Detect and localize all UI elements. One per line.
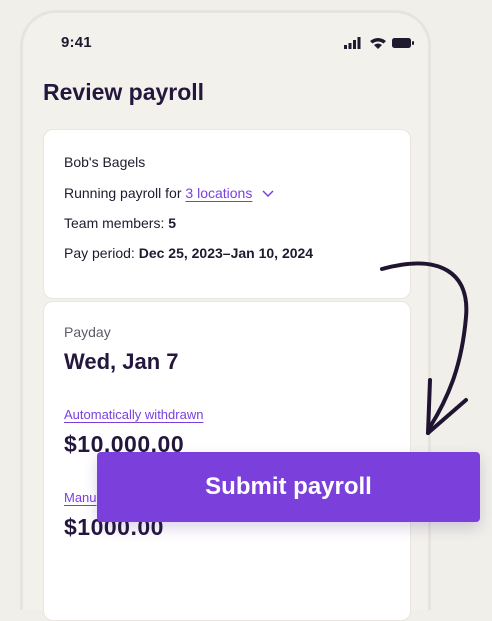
pay-period-row: Pay period: Dec 25, 2023–Jan 10, 2024 bbox=[64, 245, 313, 261]
payroll-summary-card: Bob's Bagels Running payroll for 3 locat… bbox=[43, 129, 411, 299]
status-time: 9:41 bbox=[61, 34, 92, 51]
payday-label: Payday bbox=[64, 324, 111, 340]
team-members-label: Team members: bbox=[64, 215, 165, 231]
wifi-icon bbox=[370, 38, 386, 49]
team-members-row: Team members: 5 bbox=[64, 215, 176, 231]
battery-icon bbox=[392, 38, 414, 48]
locations-link[interactable]: 3 locations bbox=[185, 185, 252, 201]
curved-arrow-icon bbox=[380, 261, 469, 435]
manual-link[interactable]: Manu bbox=[64, 490, 97, 505]
payday-date: Wed, Jan 7 bbox=[64, 349, 179, 374]
automatically-withdrawn-link[interactable]: Automatically withdrawn bbox=[64, 407, 203, 422]
locations-row: Running payroll for 3 locations bbox=[64, 185, 274, 201]
team-members-count: 5 bbox=[168, 215, 177, 231]
signal-icon bbox=[344, 37, 361, 49]
page-title: Review payroll bbox=[43, 79, 205, 105]
status-icons bbox=[344, 37, 414, 49]
company-name: Bob's Bagels bbox=[64, 154, 146, 170]
pay-period-value: Dec 25, 2023–Jan 10, 2024 bbox=[138, 245, 314, 261]
running-payroll-label: Running payroll for bbox=[64, 185, 182, 201]
chevron-down-icon[interactable] bbox=[262, 190, 274, 198]
submit-payroll-button[interactable]: Submit payroll bbox=[97, 452, 480, 522]
pay-period-label: Pay period: bbox=[64, 245, 135, 261]
